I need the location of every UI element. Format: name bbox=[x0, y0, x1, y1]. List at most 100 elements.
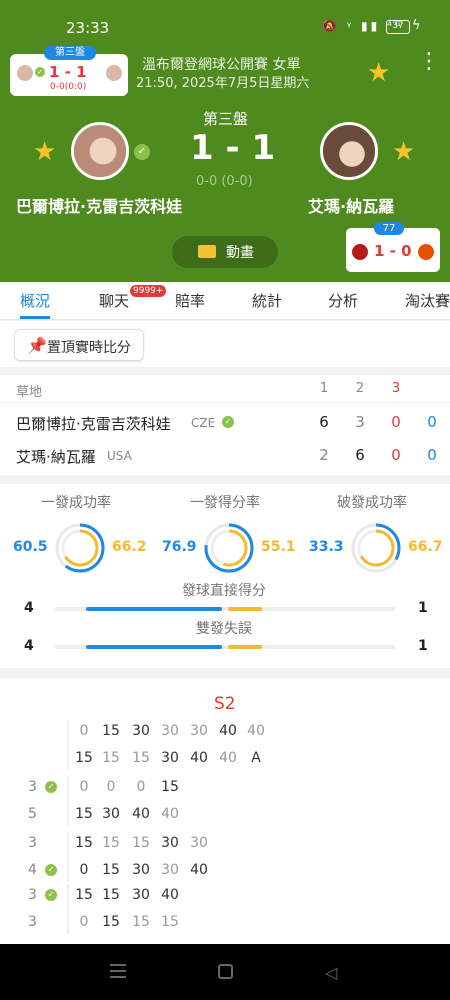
player1-name[interactable]: 巴爾博拉·克雷吉茨科娃 bbox=[16, 193, 182, 217]
point-score: 30 bbox=[161, 723, 179, 739]
bar-right-value-2: 1 bbox=[418, 638, 428, 654]
row1-country: CZE bbox=[191, 416, 216, 430]
stat-ring-3 bbox=[351, 523, 401, 573]
game-divider bbox=[67, 776, 69, 826]
back-icon[interactable]: ◁ bbox=[325, 963, 337, 982]
tab-chat[interactable]: 聊天 bbox=[99, 282, 129, 320]
point-score: 15 bbox=[161, 779, 179, 795]
stat-label-2: 一發得分率 bbox=[190, 495, 260, 511]
serve-check-icon: ✓ bbox=[35, 67, 45, 77]
row2-name[interactable]: 艾瑪·納瓦羅 bbox=[16, 446, 96, 467]
point-score: 0 bbox=[79, 914, 89, 930]
main-score: 1 - 1 bbox=[190, 128, 276, 168]
point-score: 15 bbox=[102, 723, 120, 739]
game-count-top: 3 bbox=[28, 887, 37, 903]
point-score: 30 bbox=[132, 723, 150, 739]
home-icon[interactable] bbox=[218, 964, 233, 979]
bar-label-2: 雙發失誤 bbox=[196, 621, 252, 637]
point-score: 40 bbox=[219, 723, 237, 739]
game-count-bottom: 4 bbox=[28, 862, 37, 878]
tab-odds[interactable]: 賠率 bbox=[175, 282, 205, 320]
point-score: 40 bbox=[190, 750, 208, 766]
player2-avatar[interactable] bbox=[320, 122, 378, 180]
row2-country: USA bbox=[107, 449, 132, 463]
game-count-bottom: 3 bbox=[28, 914, 37, 930]
tab-analysis[interactable]: 分析 bbox=[328, 282, 358, 320]
point-score: 30 bbox=[132, 887, 150, 903]
status-time: 23:33 bbox=[66, 19, 110, 37]
surface-label: 草地 bbox=[16, 385, 43, 400]
row2-set1: 2 bbox=[319, 446, 329, 464]
row1-set3: 0 bbox=[391, 413, 401, 431]
game-score: 0-0 (0-0) bbox=[196, 174, 253, 189]
stat-left-value-3: 33.3 bbox=[309, 539, 344, 555]
point-score: 0 bbox=[79, 862, 89, 878]
match-datetime: 21:50, 2025年7月5日星期六 bbox=[136, 76, 310, 91]
tournament-title: 溫布爾登網球公開賽 女單 bbox=[142, 57, 301, 73]
favorite-star-icon[interactable]: ★ bbox=[367, 60, 390, 86]
game-count-bottom: 5 bbox=[28, 806, 37, 822]
mini-set-badge: 第三盤 bbox=[44, 46, 96, 60]
bar-left-value-1: 4 bbox=[24, 600, 34, 616]
point-score: 0 bbox=[79, 723, 89, 739]
system-nav-bar: ◁ bbox=[0, 944, 450, 1000]
row2-set2: 6 bbox=[355, 446, 365, 464]
pin-section: 📌 置頂實時比分 bbox=[0, 321, 450, 367]
point-score: 30 bbox=[190, 723, 208, 739]
mini-score: 1 - 1 bbox=[49, 63, 87, 81]
point-score: 40 bbox=[190, 862, 208, 878]
team1-flag-icon bbox=[352, 244, 368, 260]
game-divider bbox=[67, 884, 69, 934]
point-score: 30 bbox=[132, 862, 150, 878]
set-header-2: 2 bbox=[355, 381, 365, 396]
player2-name[interactable]: 艾瑪·納瓦羅 bbox=[308, 193, 394, 217]
row1-serve-icon: ✓ bbox=[222, 416, 234, 428]
player1-avatar[interactable] bbox=[71, 122, 129, 180]
pin-live-score-button[interactable]: 📌 置頂實時比分 bbox=[14, 329, 144, 361]
pbp-set-label: S2 bbox=[214, 694, 236, 714]
player1-star-icon[interactable]: ★ bbox=[33, 139, 56, 165]
mini-avatar-2 bbox=[106, 65, 122, 81]
tab-overview[interactable]: 概況 bbox=[20, 282, 51, 319]
point-score: 30 bbox=[190, 835, 208, 851]
point-score: 30 bbox=[102, 806, 120, 822]
stats-card: 一發成功率 60.5 66.2 一發得分率 76.9 55.1 破發成功率 33.3 66.7 … bbox=[0, 484, 450, 668]
bar-left-fill-2 bbox=[86, 645, 222, 649]
set-label: 第三盤 bbox=[203, 110, 249, 128]
point-score: 40 bbox=[247, 723, 265, 739]
stat-right-value-2: 55.1 bbox=[261, 539, 296, 555]
tab-knockout[interactable]: 淘汰賽 bbox=[405, 282, 450, 320]
point-score: 15 bbox=[132, 835, 150, 851]
tab-stats[interactable]: 統計 bbox=[252, 282, 282, 320]
point-score: 15 bbox=[161, 914, 179, 930]
serve-check-icon: ✓ bbox=[45, 889, 57, 901]
set-header-1: 1 bbox=[319, 381, 329, 396]
point-score: 15 bbox=[132, 914, 150, 930]
more-menu-icon[interactable]: ⋮ bbox=[418, 51, 440, 73]
team2-flag-icon bbox=[418, 244, 434, 260]
point-score: 0 bbox=[106, 779, 116, 795]
chat-badge: 9999+ bbox=[130, 285, 167, 297]
recent-apps-icon[interactable] bbox=[110, 964, 126, 978]
point-score: 40 bbox=[219, 750, 237, 766]
mini-scorecard[interactable]: 第三盤 ✓ 1 - 1 0-0(0:0) bbox=[10, 46, 128, 96]
point-score: 40 bbox=[132, 806, 150, 822]
tab-bar: 概況 聊天 9999+ 賠率 統計 分析 淘汰賽 bbox=[0, 282, 450, 320]
animation-button[interactable]: 動畫 bbox=[172, 236, 278, 268]
row1-name[interactable]: 巴爾博拉·克雷吉茨科娃 bbox=[16, 413, 171, 434]
live-widget[interactable]: 77 1 - 0 bbox=[346, 222, 440, 272]
mini-sub: 0-0(0:0) bbox=[50, 82, 87, 92]
point-score: 30 bbox=[161, 862, 179, 878]
row2-set3: 0 bbox=[391, 446, 401, 464]
game-count-top: 3 bbox=[28, 779, 37, 795]
animation-label: 動畫 bbox=[226, 245, 254, 261]
stat-ring-2 bbox=[204, 523, 254, 573]
point-score: 15 bbox=[75, 835, 93, 851]
point-score: 0 bbox=[79, 779, 89, 795]
stat-label-3: 破發成功率 bbox=[337, 495, 407, 511]
stat-label-1: 一發成功率 bbox=[41, 495, 111, 511]
player2-star-icon[interactable]: ★ bbox=[392, 139, 415, 165]
bar-label-1: 發球直接得分 bbox=[182, 583, 266, 599]
game-count-top: 3 bbox=[28, 835, 37, 851]
scoreboard: 草地 1 2 3 巴爾博拉·克雷吉茨科娃 CZE ✓ 6 3 0 0 艾瑪·納瓦… bbox=[0, 375, 450, 475]
